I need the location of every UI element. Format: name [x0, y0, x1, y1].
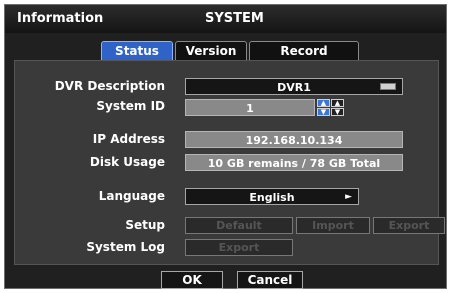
keyboard-icon[interactable] — [380, 83, 396, 90]
window-title: Information — [17, 11, 104, 26]
setup-label: Setup — [125, 218, 165, 232]
disk-usage-field: 10 GB remains / 78 GB Total — [185, 154, 403, 171]
arrow-right-icon: ► — [345, 192, 352, 202]
system-log-label: System Log — [86, 240, 165, 254]
disk-usage-value: 10 GB remains / 78 GB Total — [207, 157, 381, 170]
setup-default-button[interactable]: Default — [185, 217, 293, 234]
language-value: English — [249, 191, 295, 204]
dvr-description-field[interactable]: DVR1 — [185, 78, 403, 95]
cancel-button[interactable]: Cancel — [237, 271, 303, 289]
disk-usage-label: Disk Usage — [89, 155, 165, 169]
tab-record[interactable]: Record — [249, 41, 359, 60]
tab-bar: Status Version Record — [5, 41, 446, 61]
spin-down-icon[interactable]: ▼ — [317, 108, 330, 116]
system-id-label: System ID — [96, 99, 165, 113]
ip-address-value: 192.168.10.134 — [245, 134, 343, 147]
setup-export-button[interactable]: Export — [373, 217, 445, 234]
ip-address-field: 192.168.10.134 — [185, 131, 403, 148]
setup-import-button[interactable]: Import — [296, 217, 370, 234]
system-id-field[interactable]: 1 — [185, 99, 315, 116]
status-panel: DVR Description DVR1 System ID 1 ▲ ▼ ▲ ▼… — [14, 60, 445, 265]
system-id-stepper[interactable]: ▲ ▼ — [317, 99, 330, 116]
spin-up-icon[interactable]: ▲ — [317, 99, 330, 107]
system-log-export-button[interactable]: Export — [185, 239, 293, 256]
tab-status[interactable]: Status — [101, 41, 173, 60]
information-dialog: Information SYSTEM Status Version Record… — [4, 4, 447, 289]
language-label: Language — [98, 189, 165, 203]
spin-up-icon[interactable]: ▲ — [331, 99, 344, 107]
title-bar: Information SYSTEM — [5, 5, 446, 33]
dvr-description-label: DVR Description — [54, 79, 165, 93]
spin-down-icon[interactable]: ▼ — [331, 108, 344, 116]
language-select[interactable]: English ► — [185, 188, 359, 205]
tab-version[interactable]: Version — [175, 41, 247, 60]
ok-button[interactable]: OK — [161, 271, 223, 289]
system-id-stepper-alt[interactable]: ▲ ▼ — [331, 99, 344, 116]
ip-address-label: IP Address — [92, 132, 165, 146]
section-title: SYSTEM — [205, 11, 264, 26]
system-id-value: 1 — [246, 102, 254, 115]
dvr-description-value: DVR1 — [277, 81, 311, 94]
